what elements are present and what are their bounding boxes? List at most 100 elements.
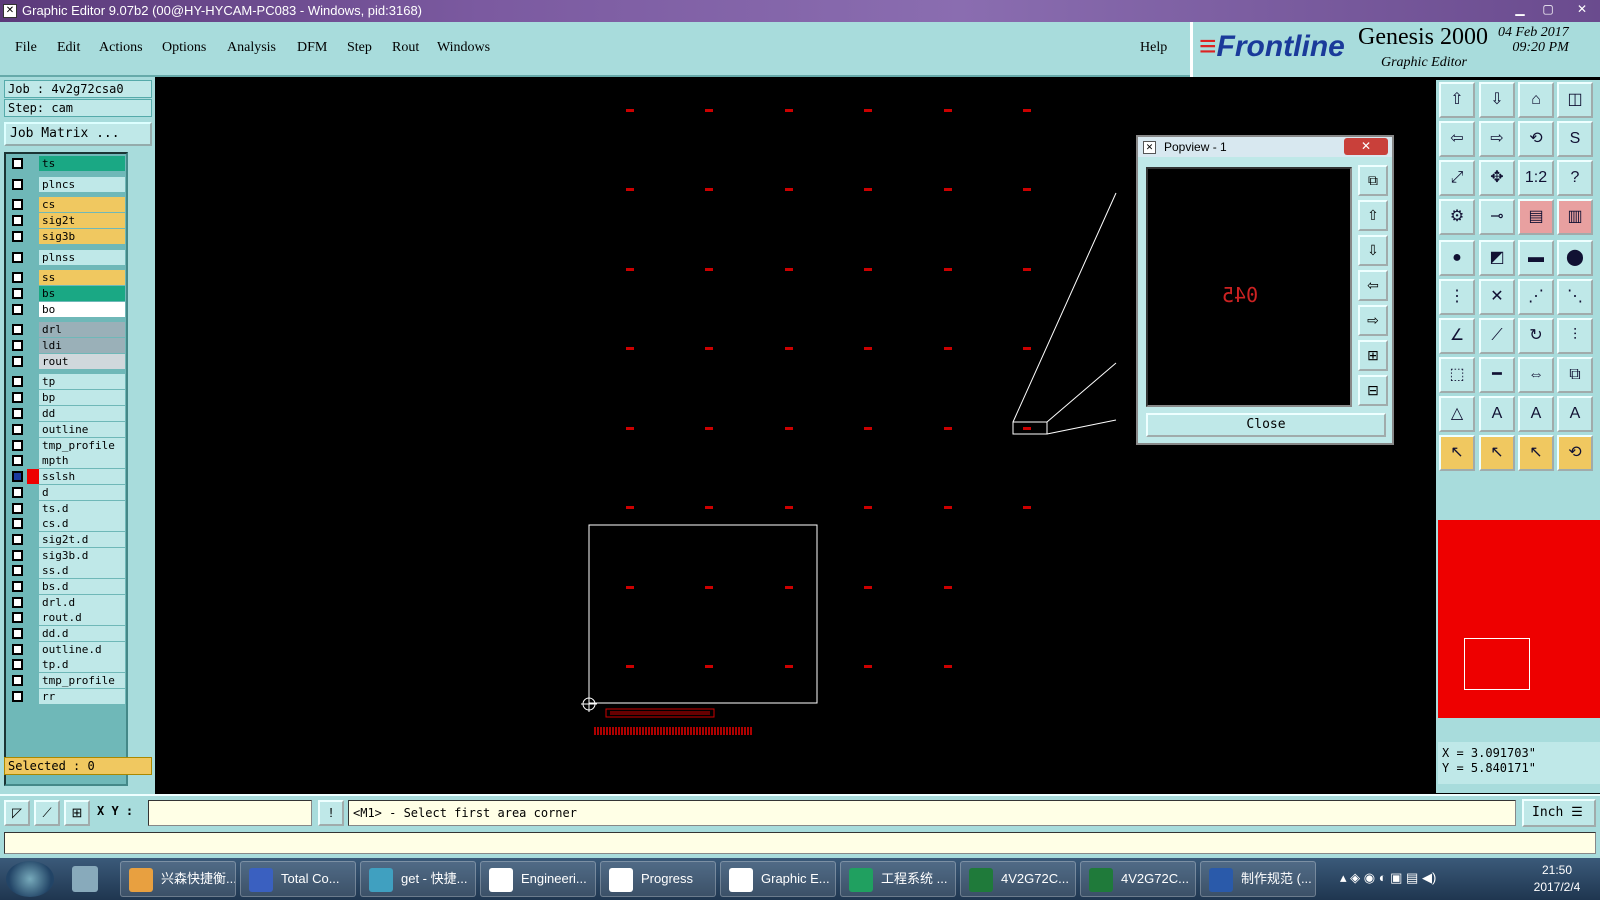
minimize-icon[interactable]: ▁ <box>1506 0 1534 18</box>
shape-c-icon[interactable]: A <box>1518 396 1554 432</box>
layer-row-tmp-profile[interactable]: tmp_profile <box>8 673 128 688</box>
popview-close-button[interactable]: Close <box>1146 413 1386 437</box>
layer-checkbox[interactable] <box>12 231 23 242</box>
layer-checkbox[interactable] <box>12 534 23 545</box>
layer-name[interactable]: plncs <box>39 177 125 192</box>
align-icon[interactable]: ⫶ <box>1557 318 1593 354</box>
move-icon[interactable]: ⬚ <box>1439 357 1475 393</box>
taskbar-item[interactable]: Engineeri... <box>480 861 596 897</box>
layer-checkbox[interactable] <box>12 356 23 367</box>
xy-input[interactable] <box>148 800 312 826</box>
layer-row-rr[interactable]: rr <box>8 689 128 704</box>
layer-checkbox[interactable] <box>12 392 23 403</box>
window-titlebar[interactable]: ✕ Graphic Editor 9.07b2 (00@HY-HYCAM-PC0… <box>0 0 1600 22</box>
layer-row-bp[interactable]: bp <box>8 390 128 405</box>
layer-checkbox[interactable] <box>12 179 23 190</box>
menu-file[interactable]: File <box>15 40 37 56</box>
layer-checkbox[interactable] <box>12 550 23 561</box>
layer-row-sig3b[interactable]: sig3b <box>8 229 128 244</box>
fill-color-icon[interactable]: ◩ <box>1479 240 1515 276</box>
menu-step[interactable]: Step <box>347 40 372 56</box>
pan-down-icon[interactable]: ⇩ <box>1358 235 1388 266</box>
layer-row-tmp-profile[interactable]: tmp_profile <box>8 438 128 453</box>
layer-name[interactable]: outline.d <box>39 642 125 657</box>
layer-checkbox[interactable] <box>12 424 23 435</box>
layer-name[interactable]: tmp_profile <box>39 673 125 688</box>
layer-row-cs[interactable]: cs <box>8 197 128 212</box>
layer-row-dd-d[interactable]: dd.d <box>8 626 128 641</box>
layer-row-sig3b-d[interactable]: sig3b.d <box>8 548 128 563</box>
layer-row-outline-d[interactable]: outline.d <box>8 642 128 657</box>
layer-name[interactable]: bs <box>39 286 125 301</box>
unit-selector[interactable]: Inch ☰ <box>1522 799 1596 827</box>
grid-icon[interactable]: ⊞ <box>64 800 90 826</box>
layer-name[interactable]: d <box>39 485 125 500</box>
layer-name[interactable]: cs.d <box>39 516 125 531</box>
layer-row-tp[interactable]: tp <box>8 374 128 389</box>
layer-row-bs[interactable]: bs <box>8 286 128 301</box>
layer-name[interactable]: drl.d <box>39 595 125 610</box>
taskbar-item[interactable]: Graphic E... <box>720 861 836 897</box>
shape-d-icon[interactable]: A <box>1557 396 1593 432</box>
popview-window[interactable]: Popview - 1 ✕ ✕ 045 ⧉ ⇧ ⇩ ⇦ ⇨ ⊞ ⊟ Close <box>1136 135 1394 445</box>
zoom-fit-icon[interactable]: ⤢ <box>1439 160 1475 196</box>
probe-icon[interactable]: ⊸ <box>1479 199 1515 235</box>
maximize-icon[interactable]: ▢ <box>1534 0 1562 18</box>
taskbar-item[interactable]: 兴森快捷衡... <box>120 861 236 897</box>
layer-name[interactable]: bp <box>39 390 125 405</box>
overview-map[interactable] <box>1438 520 1600 718</box>
zoom-1to1-icon[interactable]: 1:2 <box>1518 160 1554 196</box>
menu-rout[interactable]: Rout <box>392 40 419 56</box>
layer-name[interactable]: ts <box>39 156 125 171</box>
copy-icon[interactable]: ⧉ <box>1557 357 1593 393</box>
pan-right-icon[interactable]: ⇨ <box>1358 305 1388 336</box>
measure-span-icon[interactable]: ⇔ <box>1518 357 1554 393</box>
shape-b-icon[interactable]: A <box>1479 396 1515 432</box>
layer-name[interactable]: bo <box>39 302 125 317</box>
layout-icon[interactable]: ◫ <box>1557 82 1593 118</box>
layer-checkbox[interactable] <box>12 440 23 451</box>
layer-name[interactable]: bs.d <box>39 579 125 594</box>
layer-row-bo[interactable]: bo <box>8 302 128 317</box>
taskbar-item[interactable]: 4V2G72C... <box>960 861 1076 897</box>
layer-name[interactable]: ts.d <box>39 501 125 516</box>
layer-name[interactable]: rout <box>39 354 125 369</box>
layer-row-sig2t[interactable]: sig2t <box>8 213 128 228</box>
taskbar-item[interactable]: get - 快捷... <box>360 861 476 897</box>
layer-checkbox[interactable] <box>12 628 23 639</box>
help-icon[interactable]: ? <box>1557 160 1593 196</box>
layer-row-drl-d[interactable]: drl.d <box>8 595 128 610</box>
home-icon[interactable]: ⌂ <box>1518 82 1554 118</box>
layer-name[interactable]: rr <box>39 689 125 704</box>
layer-name[interactable]: ldi <box>39 338 125 353</box>
layer-row-ldi[interactable]: ldi <box>8 338 128 353</box>
layer-name[interactable]: tp.d <box>39 657 125 672</box>
menu-dfm[interactable]: DFM <box>297 40 327 56</box>
close-icon[interactable]: ✕ <box>1568 0 1596 18</box>
layer-checkbox[interactable] <box>12 691 23 702</box>
start-button[interactable] <box>6 861 54 897</box>
layer-row-ss[interactable]: ss <box>8 270 128 285</box>
zoom-in-icon[interactable]: ⊞ <box>1358 340 1388 371</box>
layer-name[interactable]: dd.d <box>39 626 125 641</box>
pan-right-icon[interactable]: ⇨ <box>1479 121 1515 157</box>
add-pad-icon[interactable]: ● <box>1439 240 1475 276</box>
info-icon[interactable]: ! <box>318 800 344 826</box>
tray-icons[interactable]: ▴ ◈ ◉ ◐ ▣ ▤ ◀) <box>1340 870 1436 886</box>
redraw-icon[interactable]: S <box>1557 121 1593 157</box>
layer-checkbox[interactable] <box>12 597 23 608</box>
layer-name[interactable]: drl <box>39 322 125 337</box>
pan-down-icon[interactable]: ⇩ <box>1479 82 1515 118</box>
layers-compare-icon[interactable]: ▤ <box>1518 199 1554 235</box>
layer-row-d[interactable]: d <box>8 485 128 500</box>
layer-name[interactable]: rout.d <box>39 610 125 625</box>
layer-name[interactable]: cs <box>39 197 125 212</box>
pan-left-icon[interactable]: ⇦ <box>1439 121 1475 157</box>
layer-row-tp-d[interactable]: tp.d <box>8 657 128 672</box>
layer-name[interactable]: ss.d <box>39 563 125 578</box>
taskbar-item[interactable]: 4V2G72C... <box>1080 861 1196 897</box>
layer-checkbox[interactable] <box>12 581 23 592</box>
layer-name[interactable]: sig3b <box>39 229 125 244</box>
layer-row-drl[interactable]: drl <box>8 322 128 337</box>
layer-row-cs-d[interactable]: cs.d <box>8 516 128 531</box>
